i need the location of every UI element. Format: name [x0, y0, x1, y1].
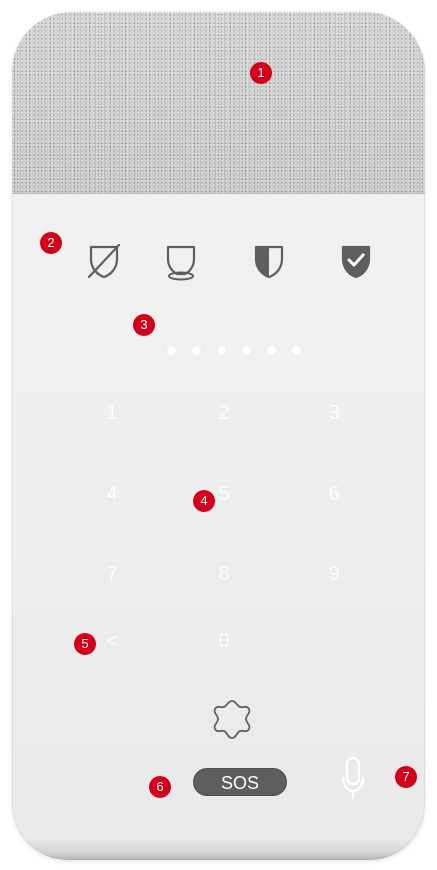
speaker-fabric-grille: [12, 12, 425, 194]
flower-key-icon[interactable]: [212, 698, 252, 746]
partial-shield-icon[interactable]: [164, 242, 198, 282]
keypad-key-0[interactable]: 0: [204, 630, 244, 653]
pin-dot: [192, 346, 201, 355]
pin-dot: [242, 346, 251, 355]
keypad-key-3[interactable]: 3: [314, 402, 354, 425]
marker-2: 2: [40, 232, 62, 254]
pin-dot: [292, 346, 301, 355]
pin-entry-dots: [167, 346, 301, 355]
keypad-key-6[interactable]: 6: [314, 483, 354, 506]
marker-6: 6: [149, 776, 171, 798]
keypad-key-7[interactable]: 7: [92, 563, 132, 586]
marker-1: 1: [250, 62, 272, 84]
marker-4: 4: [193, 490, 215, 512]
keypad-key-2[interactable]: 2: [204, 402, 244, 425]
keypad-key-9[interactable]: 9: [314, 563, 354, 586]
keypad-key-8[interactable]: 8: [204, 563, 244, 586]
marker-3: 3: [133, 314, 155, 336]
half-shield-icon[interactable]: [252, 242, 286, 280]
pin-dot: [217, 346, 226, 355]
microphone-icon[interactable]: [341, 756, 365, 806]
disarmed-shield-icon[interactable]: [87, 242, 121, 280]
backspace-key[interactable]: <: [92, 630, 132, 653]
sos-button[interactable]: SOS: [193, 768, 287, 796]
keypad-key-4[interactable]: 4: [92, 483, 132, 506]
keypad-key-1[interactable]: 1: [92, 402, 132, 425]
pin-dot: [167, 346, 176, 355]
keypad-device: 1 2 3 4 5 6 7 8 9 <0 SOS: [12, 12, 425, 860]
armed-shield-check-icon[interactable]: [339, 242, 373, 280]
marker-7: 7: [395, 766, 417, 788]
marker-5: 5: [74, 633, 96, 655]
pin-dot: [267, 346, 276, 355]
